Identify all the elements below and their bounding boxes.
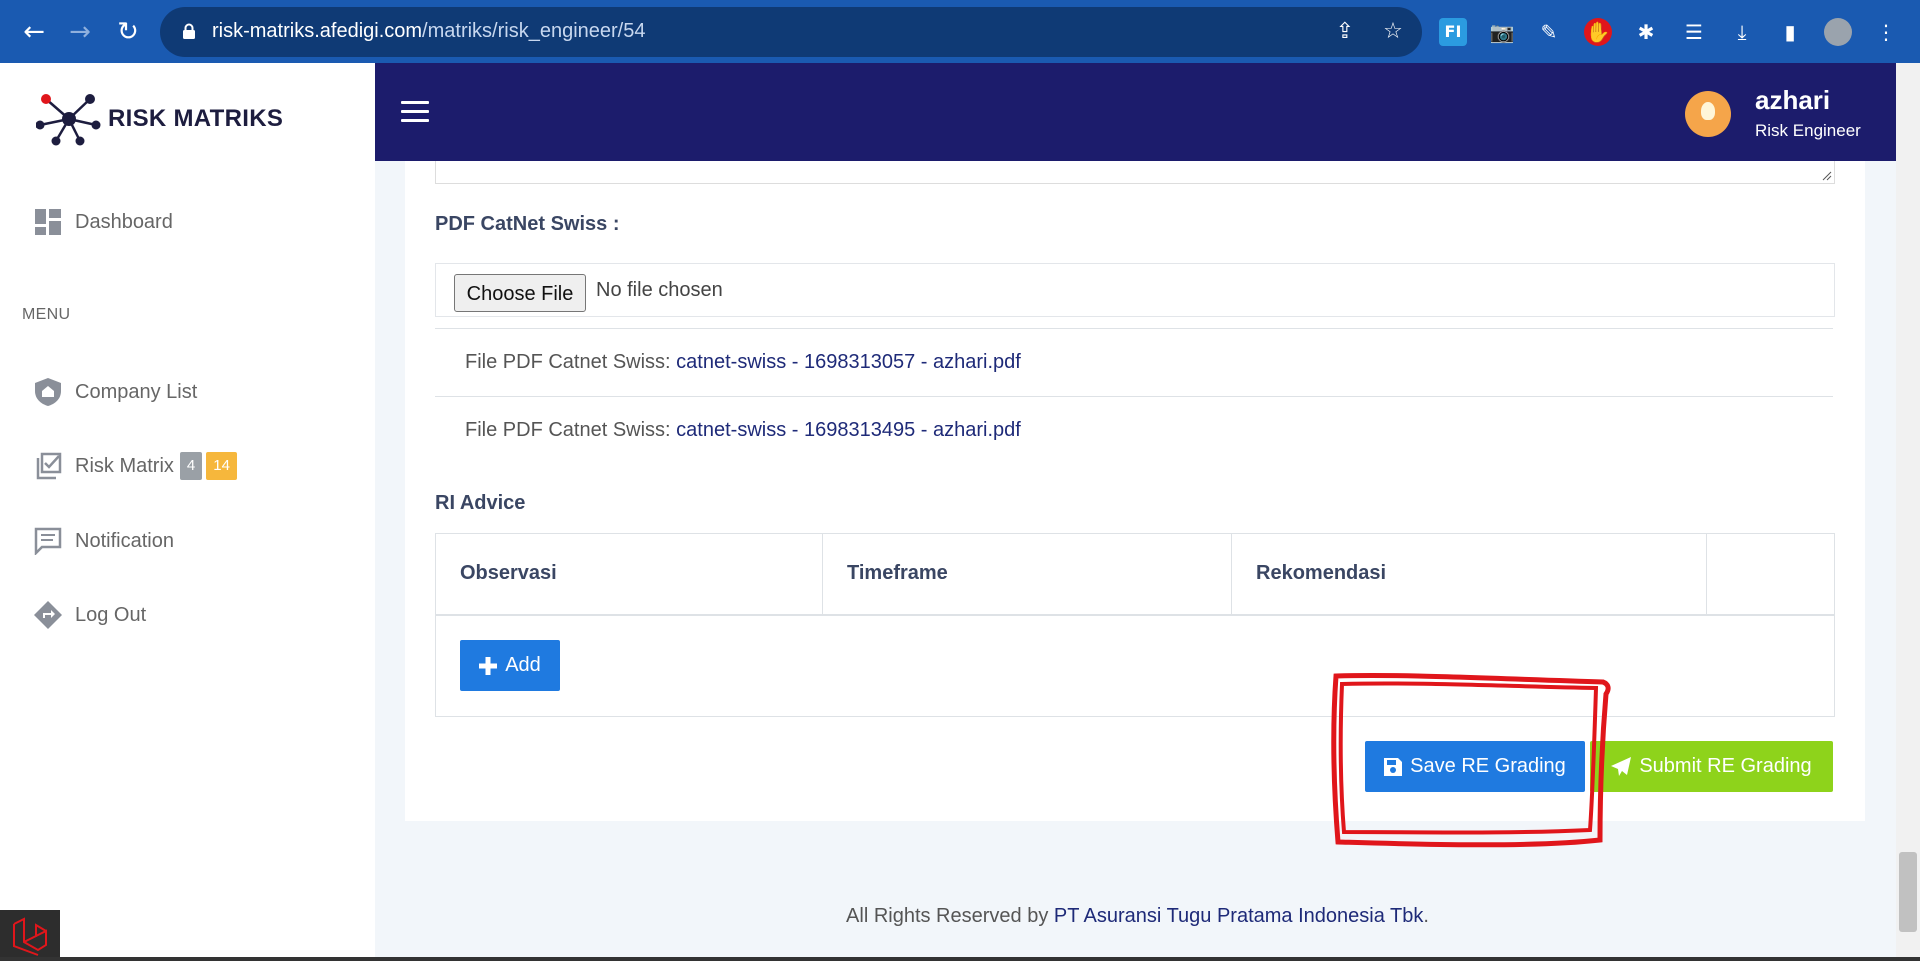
column-header-rekomendasi: Rekomendasi [1232, 534, 1707, 614]
sidebar: RISK MATRIKS Dashboard MENU Company List… [0, 63, 375, 961]
save-re-grading-button[interactable]: Save RE Grading [1365, 741, 1585, 792]
count-badge: 4 [179, 452, 203, 480]
sidebar-item-label: Dashboard [75, 210, 173, 233]
plus-icon [479, 656, 498, 675]
column-header-actions [1707, 534, 1834, 614]
file-link[interactable]: catnet-swiss - 1698313495 - azhari.pdf [676, 419, 1021, 441]
sidebar-item-label: Notification [75, 529, 174, 552]
sidebar-item-dashboard[interactable]: Dashboard [34, 204, 173, 240]
directions-icon [34, 601, 62, 629]
stop-hand-icon[interactable]: ✋ [1584, 18, 1612, 46]
back-arrow-icon[interactable]: ← [16, 14, 52, 50]
playlist-icon[interactable]: ☰ [1680, 18, 1708, 46]
url-text: risk-matriks.afedigi.com/matriks/risk_en… [212, 20, 646, 42]
sidebar-item-log-out[interactable]: Log Out [34, 597, 146, 633]
sidebar-item-label: Company List [75, 380, 198, 403]
menu-section-label: MENU [22, 306, 71, 323]
network-logo-icon [36, 94, 101, 146]
user-role: Risk Engineer [1755, 121, 1861, 140]
app-header: azhari Risk Engineer [375, 63, 1900, 161]
file-link[interactable]: catnet-swiss - 1698313057 - azhari.pdf [676, 351, 1021, 373]
lock-icon [183, 23, 195, 39]
star-icon[interactable]: ☆ [1380, 19, 1406, 45]
puzzle-icon[interactable]: ✱ [1632, 18, 1660, 46]
brand-logo[interactable]: RISK MATRIKS [36, 87, 336, 147]
file-row: File PDF Catnet Swiss: catnet-swiss - 16… [435, 396, 1833, 463]
user-name: azhari [1755, 85, 1831, 115]
sidebar-item-risk-matrix[interactable]: Risk Matrix 4 14 [34, 448, 237, 484]
divider [0, 957, 1920, 961]
submit-re-grading-button[interactable]: Submit RE Grading [1590, 741, 1833, 792]
no-file-text: No file chosen [596, 279, 723, 301]
user-avatar[interactable] [1685, 91, 1731, 137]
ri-advice-label: RI Advice [435, 492, 526, 514]
footer-company-link[interactable]: PT Asuransi Tugu Pratama Indonesia Tbk [1054, 905, 1423, 927]
add-advice-button[interactable]: Add [460, 640, 560, 691]
file-row: File PDF Catnet Swiss: catnet-swiss - 16… [435, 328, 1833, 395]
download-icon[interactable]: ⤓ [1728, 18, 1756, 46]
choose-file-button[interactable]: Choose File [454, 274, 586, 312]
kebab-menu-icon[interactable]: ⋮ [1872, 18, 1900, 46]
ri-advice-table: Observasi Timeframe Rekomendasi Add [435, 533, 1835, 717]
re-grading-form-card: PDF CatNet Swiss : Choose File No file c… [405, 161, 1865, 821]
scrollbar-thumb[interactable] [1899, 852, 1917, 932]
camera-icon[interactable]: 📷 [1488, 18, 1516, 46]
forward-arrow-icon[interactable]: → [62, 14, 98, 50]
add-button-label: Add [505, 654, 541, 676]
extension-fi-icon[interactable]: FI [1439, 18, 1467, 46]
sidebar-item-label: Log Out [75, 603, 147, 626]
textarea-field[interactable] [435, 161, 1835, 184]
save-button-label: Save RE Grading [1410, 755, 1566, 777]
floppy-disk-icon [1384, 757, 1403, 776]
file-prefix: File PDF Catnet Swiss: [465, 419, 677, 441]
laravel-debugbar-toggle[interactable] [0, 910, 60, 961]
hamburger-menu-icon[interactable] [401, 101, 429, 123]
paper-plane-icon [1611, 756, 1632, 776]
page-scrollbar[interactable] [1896, 63, 1920, 961]
sidebar-item-company-list[interactable]: Company List [34, 374, 197, 410]
share-icon[interactable]: ⇪ [1332, 19, 1358, 45]
catnet-file-input[interactable]: Choose File No file chosen [435, 263, 1835, 317]
dashboard-icon [34, 208, 62, 236]
extension-card-icon[interactable]: ✎ [1535, 18, 1563, 46]
reload-icon[interactable]: ↻ [110, 14, 146, 50]
message-icon [34, 527, 62, 555]
submit-button-label: Submit RE Grading [1639, 755, 1812, 777]
catnet-label: PDF CatNet Swiss : [435, 213, 620, 235]
browser-toolbar: ← → ↻ risk-matriks.afedigi.com/matriks/r… [0, 0, 1920, 63]
laravel-icon [13, 917, 47, 956]
count-badge: 14 [206, 452, 237, 480]
column-header-observasi: Observasi [436, 534, 823, 614]
column-header-timeframe: Timeframe [823, 534, 1232, 614]
address-bar[interactable]: risk-matriks.afedigi.com/matriks/risk_en… [160, 7, 1422, 57]
divider [436, 614, 1834, 616]
resize-grip-icon[interactable] [1822, 171, 1832, 181]
sidebar-item-label: Risk Matrix [75, 454, 174, 477]
file-prefix: File PDF Catnet Swiss: [465, 351, 677, 373]
profile-avatar-icon[interactable] [1824, 18, 1852, 46]
sidebar-item-notification[interactable]: Notification [34, 523, 174, 559]
footer-text: All Rights Reserved by PT Asuransi Tugu … [846, 905, 1429, 927]
side-panel-icon[interactable]: ▮ [1776, 18, 1804, 46]
checklist-icon [34, 452, 62, 480]
shield-home-icon [34, 378, 62, 406]
brand-name: RISK MATRIKS [108, 105, 284, 132]
